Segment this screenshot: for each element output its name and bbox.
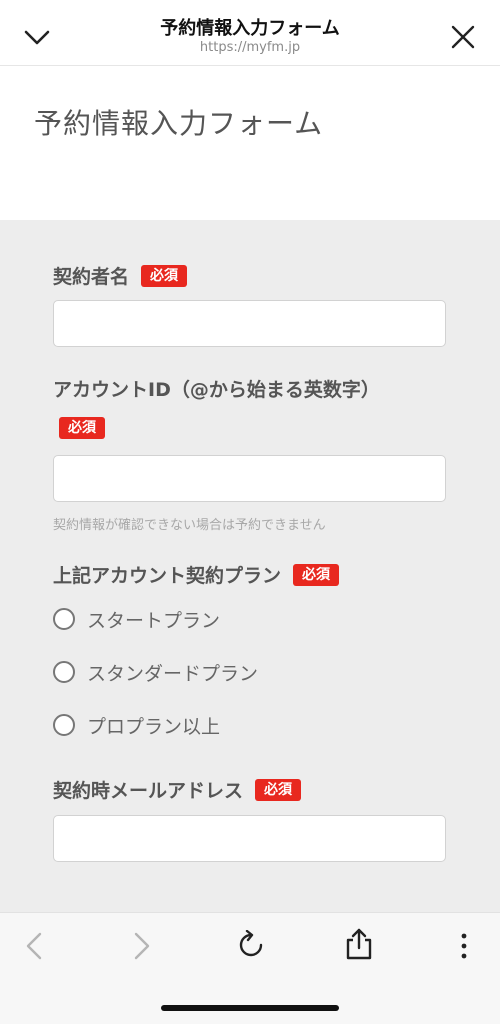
browser-header: 予約情報入力フォーム https://myfm.jp — [0, 0, 500, 66]
reload-icon[interactable] — [236, 930, 266, 960]
close-icon[interactable] — [450, 24, 476, 50]
radio-button[interactable] — [53, 714, 75, 736]
home-indicator — [161, 1005, 339, 1011]
account-id-label: アカウントID（@から始まる英数字） — [53, 379, 380, 401]
forward-icon[interactable] — [130, 931, 154, 961]
more-icon[interactable] — [456, 931, 472, 961]
account-id-input[interactable] — [53, 455, 446, 502]
plan-option-label: プロプラン以上 — [87, 715, 221, 738]
browser-url: https://myfm.jp — [199, 40, 301, 55]
radio-button[interactable] — [53, 608, 75, 630]
required-badge: 必須 — [141, 264, 188, 287]
contractor-name-label: 契約者名 必須 — [53, 262, 188, 289]
plan-label-text: 上記アカウント契約プラン — [53, 565, 282, 587]
page-title: 予約情報入力フォーム — [34, 107, 324, 140]
browser-page-title: 予約情報入力フォーム — [160, 18, 340, 39]
reservation-form: 契約者名 必須 アカウントID（@から始まる英数字） 必須 契約情報が確認できない… — [0, 220, 500, 912]
required-badge: 必須 — [59, 417, 105, 439]
plan-label: 上記アカウント契約プラン 必須 — [53, 561, 340, 588]
email-label: 契約時メールアドレス 必須 — [53, 776, 302, 803]
required-badge: 必須 — [255, 778, 302, 801]
browser-toolbar — [0, 912, 500, 1024]
plan-option-start[interactable]: スタートプラン — [53, 606, 220, 632]
account-id-hint: 契約情報が確認できない場合は予約できません — [53, 518, 326, 533]
back-icon[interactable] — [22, 931, 46, 961]
email-input[interactable] — [53, 815, 446, 862]
plan-option-pro[interactable]: プロプラン以上 — [53, 712, 220, 738]
share-icon[interactable] — [344, 927, 374, 961]
plan-option-label: スタートプラン — [87, 609, 221, 632]
required-badge: 必須 — [293, 563, 340, 586]
form-header: 予約情報入力フォーム — [0, 66, 500, 220]
plan-option-standard[interactable]: スタンダードプラン — [53, 659, 258, 685]
radio-button[interactable] — [53, 661, 75, 683]
contractor-name-input[interactable] — [53, 300, 446, 347]
contractor-name-label-text: 契約者名 — [53, 266, 130, 288]
plan-option-label: スタンダードプラン — [87, 662, 259, 685]
email-label-text: 契約時メールアドレス — [53, 780, 244, 802]
